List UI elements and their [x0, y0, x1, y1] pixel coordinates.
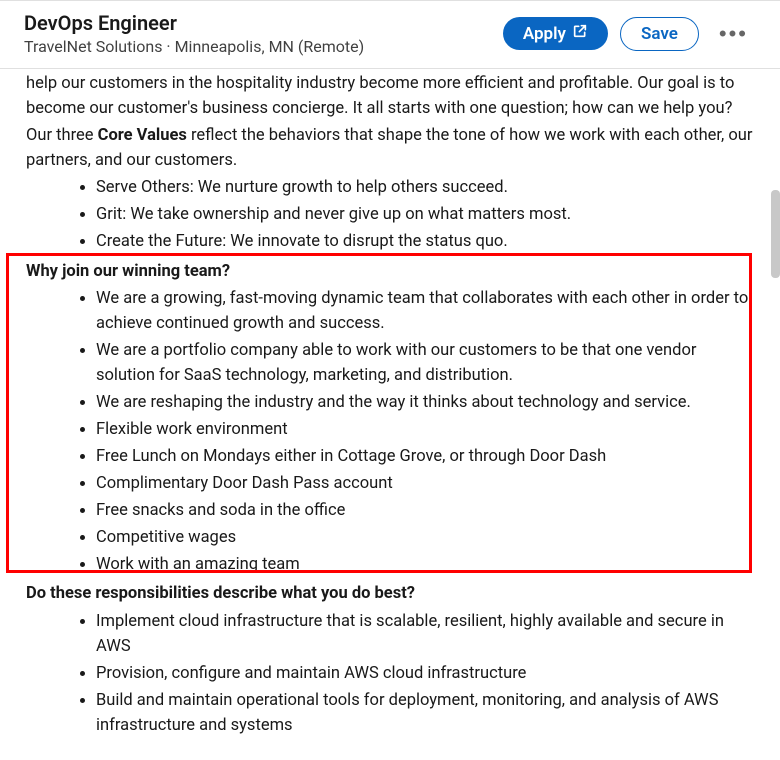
- list-item: We are a portfolio company able to work …: [96, 338, 754, 388]
- job-subtitle: TravelNet Solutions · Minneapolis, MN (R…: [24, 37, 364, 56]
- sticky-header: DevOps Engineer TravelNet Solutions · Mi…: [0, 0, 780, 69]
- list-item: Provision, configure and maintain AWS cl…: [96, 661, 754, 686]
- scrollbar-thumb[interactable]: [771, 190, 780, 278]
- core-values-paragraph: Our three Core Values reflect the behavi…: [26, 123, 754, 173]
- job-title: DevOps Engineer: [24, 11, 364, 35]
- list-item: Complimentary Door Dash Pass account: [96, 471, 754, 496]
- list-item: Serve Others: We nurture growth to help …: [96, 175, 754, 200]
- job-description: help our customers in the hospitality in…: [0, 71, 780, 760]
- list-item: Competitive wages: [96, 525, 754, 550]
- why-join-list: We are a growing, fast-moving dynamic te…: [96, 286, 754, 578]
- list-item: We are a growing, fast-moving dynamic te…: [96, 286, 754, 336]
- external-link-icon: [572, 23, 588, 44]
- core-values-bold: Core Values: [98, 126, 187, 145]
- more-icon: •••: [719, 21, 748, 46]
- list-item: Implement cloud infrastructure that is s…: [96, 609, 754, 659]
- intro-paragraph-partial: help our customers in the hospitality in…: [26, 71, 754, 121]
- header-actions: Apply Save •••: [503, 17, 756, 51]
- core-values-list: Serve Others: We nurture growth to help …: [96, 175, 754, 254]
- apply-button[interactable]: Apply: [503, 17, 608, 50]
- save-button[interactable]: Save: [620, 17, 699, 51]
- list-item: Free snacks and soda in the office: [96, 498, 754, 523]
- list-item: Build and maintain operational tools for…: [96, 688, 754, 738]
- save-label: Save: [641, 24, 678, 44]
- list-item: Create the Future: We innovate to disrup…: [96, 229, 754, 254]
- header-text: DevOps Engineer TravelNet Solutions · Mi…: [24, 11, 364, 56]
- list-item: We are reshaping the industry and the wa…: [96, 390, 754, 415]
- list-item: Work with an amazing team: [96, 552, 754, 577]
- core-values-prefix: Our three: [26, 126, 98, 145]
- list-item: Flexible work environment: [96, 417, 754, 442]
- apply-label: Apply: [523, 24, 566, 44]
- responsibilities-list: Implement cloud infrastructure that is s…: [96, 609, 754, 738]
- why-join-heading: Why join our winning team?: [26, 259, 754, 284]
- list-item: Grit: We take ownership and never give u…: [96, 202, 754, 227]
- responsibilities-heading: Do these responsibilities describe what …: [26, 581, 754, 606]
- more-menu-button[interactable]: •••: [711, 17, 756, 51]
- list-item: Free Lunch on Mondays either in Cottage …: [96, 444, 754, 469]
